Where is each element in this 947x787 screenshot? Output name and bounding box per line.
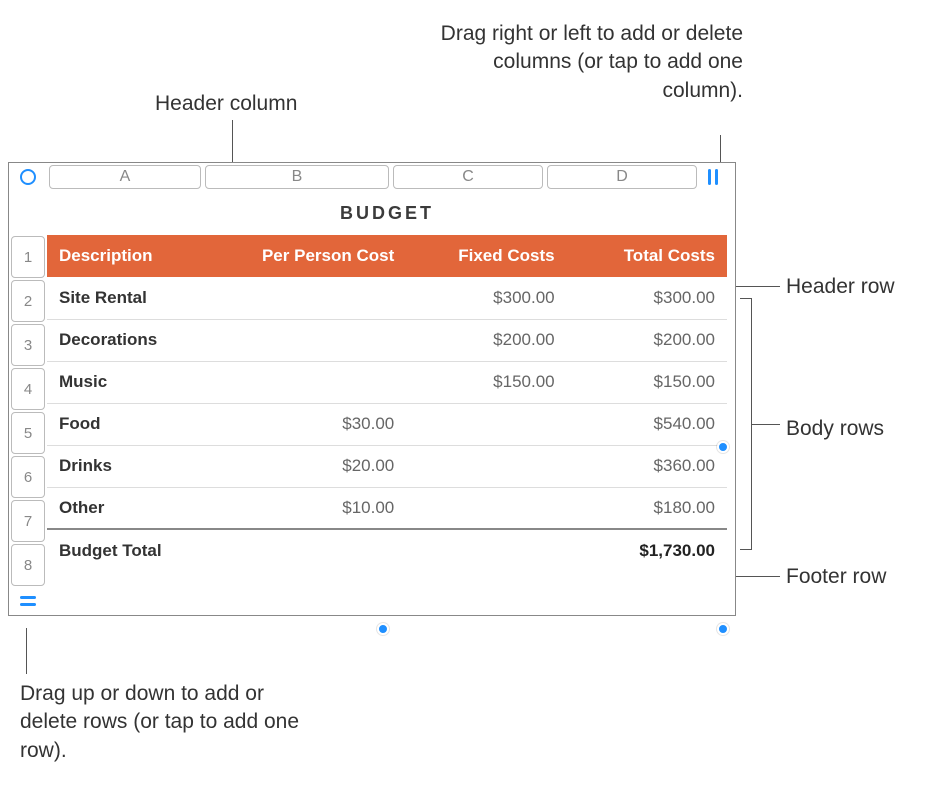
row-header-7[interactable]: 7 xyxy=(11,500,45,542)
header-fixed: Fixed Costs xyxy=(406,235,566,277)
column-header-A[interactable]: A xyxy=(49,165,201,189)
header-total: Total Costs xyxy=(567,235,727,277)
row-header-3[interactable]: 3 xyxy=(11,324,45,366)
cell-total[interactable]: $300.00 xyxy=(567,277,727,319)
row-header-1[interactable]: 1 xyxy=(11,236,45,278)
cell-total[interactable]: $180.00 xyxy=(567,487,727,529)
leader-line xyxy=(752,424,780,425)
table-title[interactable]: BUDGET xyxy=(47,191,727,235)
cell-fixed[interactable]: $200.00 xyxy=(406,319,566,361)
table-header-row[interactable]: Description Per Person Cost Fixed Costs … xyxy=(47,235,727,277)
cell-description[interactable]: Budget Total xyxy=(47,529,210,571)
cell-description[interactable]: Decorations xyxy=(47,319,210,361)
cell-total[interactable]: $150.00 xyxy=(567,361,727,403)
table-row[interactable]: Food $30.00 $540.00 xyxy=(47,403,727,445)
cell-per-person[interactable] xyxy=(210,319,407,361)
cell-per-person[interactable] xyxy=(210,277,407,319)
column-header-bar: A B C D xyxy=(9,163,735,191)
row-header-bar: 1 2 3 4 5 6 7 8 xyxy=(9,191,47,615)
callout-body-rows: Body rows xyxy=(786,415,884,443)
table-row[interactable]: Other $10.00 $180.00 xyxy=(47,487,727,529)
cell-per-person[interactable] xyxy=(210,529,407,571)
cell-description[interactable]: Drinks xyxy=(47,445,210,487)
cell-fixed[interactable] xyxy=(406,529,566,571)
bracket-body-rows xyxy=(740,298,752,550)
cell-total[interactable]: $1,730.00 xyxy=(567,529,727,571)
row-header-4[interactable]: 4 xyxy=(11,368,45,410)
row-header-8[interactable]: 8 xyxy=(11,544,45,586)
column-header-C[interactable]: C xyxy=(393,165,543,189)
cell-description[interactable]: Site Rental xyxy=(47,277,210,319)
table-row[interactable]: Drinks $20.00 $360.00 xyxy=(47,445,727,487)
row-header-5[interactable]: 5 xyxy=(11,412,45,454)
table-footer-row[interactable]: Budget Total $1,730.00 xyxy=(47,529,727,571)
row-header-6[interactable]: 6 xyxy=(11,456,45,498)
leader-line xyxy=(26,628,27,674)
drag-columns-icon xyxy=(708,169,718,185)
data-table: Description Per Person Cost Fixed Costs … xyxy=(47,235,727,571)
cell-fixed[interactable]: $150.00 xyxy=(406,361,566,403)
selection-handle[interactable] xyxy=(717,441,729,453)
cell-total[interactable]: $360.00 xyxy=(567,445,727,487)
selection-handle[interactable] xyxy=(717,623,729,635)
callout-add-columns: Drag right or left to add or delete colu… xyxy=(433,20,743,105)
table-row[interactable]: Site Rental $300.00 $300.00 xyxy=(47,277,727,319)
callout-header-column: Header column xyxy=(155,90,297,118)
column-header-B[interactable]: B xyxy=(205,165,389,189)
cell-total[interactable]: $200.00 xyxy=(567,319,727,361)
callout-footer-row: Footer row xyxy=(786,563,886,591)
cell-per-person[interactable]: $30.00 xyxy=(210,403,407,445)
callout-header-row: Header row xyxy=(786,273,895,301)
cell-fixed[interactable] xyxy=(406,403,566,445)
cell-per-person[interactable] xyxy=(210,361,407,403)
cell-description[interactable]: Food xyxy=(47,403,210,445)
cell-per-person[interactable]: $10.00 xyxy=(210,487,407,529)
drag-rows-icon xyxy=(20,596,36,606)
table-row[interactable]: Music $150.00 $150.00 xyxy=(47,361,727,403)
cell-per-person[interactable]: $20.00 xyxy=(210,445,407,487)
spreadsheet-table: A B C D 1 2 3 4 5 6 7 8 BUDGET xyxy=(8,162,736,616)
cell-description[interactable]: Music xyxy=(47,361,210,403)
table-select-handle[interactable] xyxy=(9,163,47,191)
header-description: Description xyxy=(47,235,210,277)
selection-handle[interactable] xyxy=(377,623,389,635)
header-per-person: Per Person Cost xyxy=(210,235,407,277)
table-row[interactable]: Decorations $200.00 $200.00 xyxy=(47,319,727,361)
callout-add-rows: Drag up or down to add or delete rows (o… xyxy=(20,680,320,765)
add-row-handle[interactable] xyxy=(9,587,47,615)
add-column-handle[interactable] xyxy=(699,163,727,191)
circle-icon xyxy=(20,169,36,185)
row-header-2[interactable]: 2 xyxy=(11,280,45,322)
cell-total[interactable]: $540.00 xyxy=(567,403,727,445)
cell-description[interactable]: Other xyxy=(47,487,210,529)
cell-fixed[interactable]: $300.00 xyxy=(406,277,566,319)
cell-fixed[interactable] xyxy=(406,487,566,529)
cell-fixed[interactable] xyxy=(406,445,566,487)
column-header-D[interactable]: D xyxy=(547,165,697,189)
